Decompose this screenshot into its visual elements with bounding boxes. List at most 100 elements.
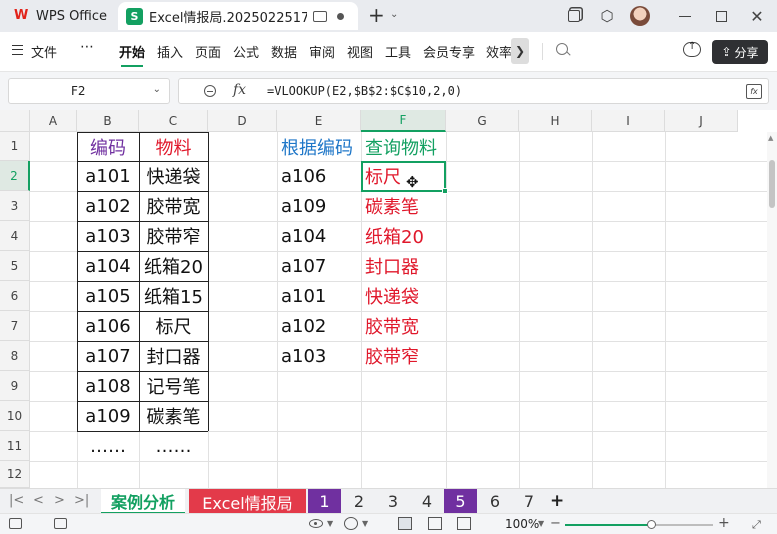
- first-sheet-icon[interactable]: |<: [9, 493, 24, 508]
- menu-review[interactable]: 审阅: [309, 42, 335, 61]
- row-header-1[interactable]: 1: [0, 132, 30, 161]
- cell-b4-code[interactable]: a103: [77, 221, 139, 251]
- menu-home[interactable]: 开始: [119, 42, 145, 61]
- cell-f6-lookup-result[interactable]: 快递袋: [361, 281, 446, 311]
- cell-e6-lookup-code[interactable]: a101: [277, 281, 361, 311]
- row-header-3[interactable]: 3: [0, 191, 30, 221]
- cell-b10-code[interactable]: a109: [77, 401, 139, 431]
- cell-f7-lookup-result[interactable]: 胶带宽: [361, 311, 446, 341]
- cell-c5-item[interactable]: 纸箱20: [139, 251, 208, 281]
- close-icon[interactable]: ✕: [748, 7, 766, 26]
- sheet-tab-2[interactable]: 2: [343, 489, 375, 514]
- cell-b8-code[interactable]: a107: [77, 341, 139, 371]
- macro-record-icon[interactable]: [9, 518, 22, 529]
- column-header-c[interactable]: C: [139, 110, 208, 132]
- menu-efficiency[interactable]: 效率: [486, 42, 512, 61]
- normal-view-icon[interactable]: [398, 517, 412, 530]
- user-avatar[interactable]: [630, 6, 650, 26]
- row-header-12[interactable]: 12: [0, 461, 30, 488]
- fullscreen-icon[interactable]: ⤢: [752, 518, 761, 532]
- crosshair-icon[interactable]: [344, 517, 358, 530]
- sheet-tab-1[interactable]: 1: [308, 489, 341, 514]
- row-header-8[interactable]: 8: [0, 341, 30, 371]
- sheet-tab-5[interactable]: 5: [444, 489, 477, 514]
- menu-tools[interactable]: 工具: [385, 42, 411, 61]
- cell-c3-item[interactable]: 胶带宽: [139, 191, 208, 221]
- cell-b7-code[interactable]: a106: [77, 311, 139, 341]
- row-header-10[interactable]: 10: [0, 401, 30, 431]
- row-header-6[interactable]: 6: [0, 281, 30, 311]
- new-tab-chevron-down-icon[interactable]: ⌄: [390, 9, 398, 20]
- cell-b11-ellipsis[interactable]: ……: [77, 431, 139, 461]
- column-header-e[interactable]: E: [277, 110, 361, 132]
- hamburger-menu-icon[interactable]: [12, 45, 23, 55]
- cell-e3-lookup-code[interactable]: a109: [277, 191, 361, 221]
- search-icon[interactable]: [556, 43, 568, 55]
- cell-e2-lookup-code[interactable]: a106: [277, 161, 361, 191]
- cell-b3-code[interactable]: a102: [77, 191, 139, 221]
- sheet-tab-excel-intel[interactable]: Excel情报局: [189, 489, 306, 514]
- zoom-plus-icon[interactable]: +: [718, 515, 730, 531]
- column-header-i[interactable]: I: [592, 110, 665, 132]
- zoom-level[interactable]: 100%: [505, 517, 539, 531]
- zoom-chevron-down-icon[interactable]: ▼: [538, 519, 544, 528]
- cell-f5-lookup-result[interactable]: 封口器: [361, 251, 446, 281]
- sheet-tab-3[interactable]: 3: [377, 489, 409, 514]
- cell-b1-header-code[interactable]: 编码: [77, 132, 139, 161]
- vertical-scroll-thumb[interactable]: [769, 160, 775, 208]
- share-button[interactable]: ⇪ 分享: [712, 40, 768, 64]
- column-header-j[interactable]: J: [665, 110, 738, 132]
- column-header-f[interactable]: F: [361, 110, 446, 132]
- row-header-2[interactable]: 2: [0, 161, 30, 191]
- more-icon[interactable]: ⋯: [80, 39, 95, 55]
- eye-chevron-down-icon[interactable]: ▼: [327, 519, 333, 528]
- zoom-minus-icon[interactable]: −: [550, 516, 561, 531]
- cell-c11-ellipsis[interactable]: ……: [139, 431, 208, 461]
- menu-insert[interactable]: 插入: [157, 42, 183, 61]
- sheet-tab-analysis[interactable]: 案例分析: [101, 489, 185, 514]
- sheet-list-icon[interactable]: [54, 518, 67, 529]
- cell-b6-code[interactable]: a105: [77, 281, 139, 311]
- last-sheet-icon[interactable]: >|: [74, 493, 89, 508]
- formula-input[interactable]: fx =VLOOKUP(E2,$B$2:$C$10,2,0) fx: [178, 78, 769, 104]
- cell-e7-lookup-code[interactable]: a102: [277, 311, 361, 341]
- row-header-7[interactable]: 7: [0, 311, 30, 341]
- row-header-5[interactable]: 5: [0, 251, 30, 281]
- menu-formula[interactable]: 公式: [233, 42, 259, 61]
- zoom-slider[interactable]: [565, 520, 713, 529]
- row-header-11[interactable]: 11: [0, 431, 30, 461]
- cell-b5-code[interactable]: a104: [77, 251, 139, 281]
- column-header-b[interactable]: B: [77, 110, 139, 132]
- cell-b9-code[interactable]: a108: [77, 371, 139, 401]
- select-all-corner[interactable]: [0, 110, 30, 132]
- menu-member[interactable]: 会员专享: [423, 42, 475, 61]
- wps-home-tab[interactable]: W WPS Office: [6, 3, 112, 29]
- menu-page[interactable]: 页面: [195, 42, 221, 61]
- spreadsheet-grid[interactable]: A B C D E F G H I J 1 2 3 4 5 6 7 8 9 10 11 12 编码 物料 根据编码 查询物料 a10…: [0, 110, 777, 488]
- column-header-h[interactable]: H: [519, 110, 592, 132]
- next-sheet-icon[interactable]: >: [54, 493, 65, 508]
- cell-c10-item[interactable]: 碳素笔: [139, 401, 208, 431]
- file-menu[interactable]: 文件: [31, 42, 57, 61]
- maximize-icon[interactable]: [712, 7, 730, 25]
- cube-icon[interactable]: ⬡: [598, 7, 616, 25]
- new-tab-plus-icon[interactable]: +: [368, 5, 385, 25]
- tab-list-icon[interactable]: [565, 7, 583, 25]
- page-layout-view-icon[interactable]: [428, 517, 442, 530]
- sheet-tab-7[interactable]: 7: [513, 489, 545, 514]
- menu-scroll-right-icon[interactable]: ❯: [511, 38, 529, 64]
- cell-f4-lookup-result[interactable]: 纸箱20: [361, 221, 446, 251]
- name-box[interactable]: F2 ⌄: [8, 78, 170, 104]
- sheet-tab-4[interactable]: 4: [411, 489, 443, 514]
- expand-formula-icon[interactable]: fx: [746, 84, 762, 99]
- previous-sheet-icon[interactable]: <: [33, 493, 44, 508]
- selected-cell-f2[interactable]: [361, 161, 446, 192]
- name-box-chevron-down-icon[interactable]: ⌄: [153, 84, 161, 95]
- cloud-sync-icon[interactable]: [683, 41, 701, 57]
- cell-f1-lookup-result-header[interactable]: 查询物料: [361, 132, 446, 161]
- cell-f3-lookup-result[interactable]: 碳素笔: [361, 191, 446, 221]
- cell-e5-lookup-code[interactable]: a107: [277, 251, 361, 281]
- scroll-up-arrow-icon[interactable]: ▲: [768, 134, 773, 142]
- menu-data[interactable]: 数据: [271, 42, 297, 61]
- zoom-slider-knob[interactable]: [647, 520, 657, 529]
